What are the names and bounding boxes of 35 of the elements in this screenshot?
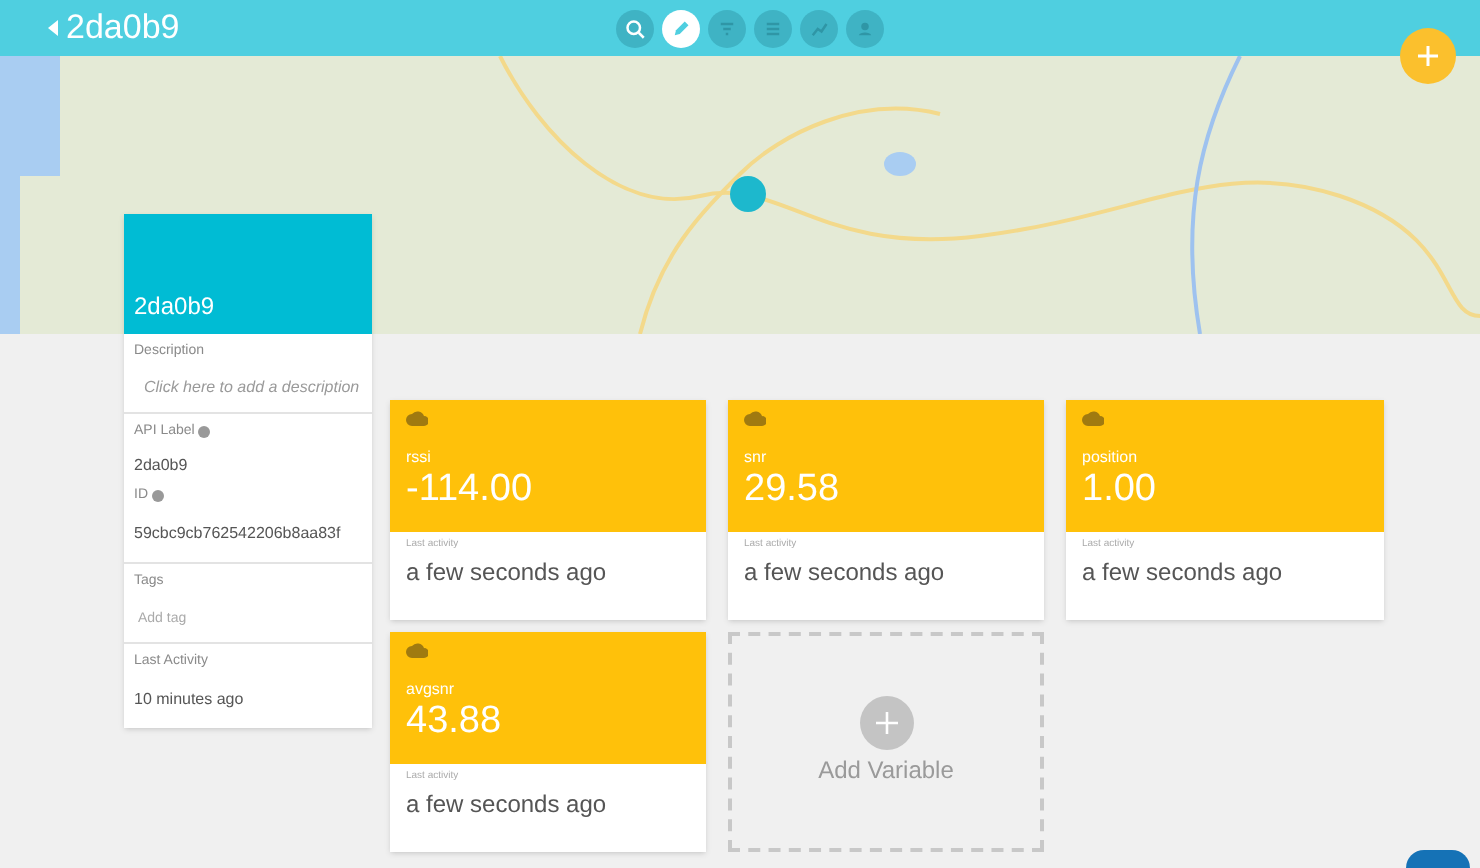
pencil-icon[interactable] bbox=[662, 10, 700, 48]
cloud-icon bbox=[1082, 410, 1104, 426]
map-marker-icon[interactable] bbox=[730, 176, 766, 212]
activity-value: a few seconds ago bbox=[406, 555, 609, 589]
field-value: 2da0b9 bbox=[134, 454, 190, 478]
field-value: 10 minutes ago bbox=[134, 688, 246, 712]
field-value: 59cbc9cb762542206b8aa83f bbox=[134, 521, 343, 545]
cloud-icon bbox=[406, 410, 428, 426]
activity-value: a few seconds ago bbox=[406, 787, 609, 821]
lake-shape bbox=[884, 152, 916, 176]
activity-value: a few seconds ago bbox=[744, 555, 947, 589]
info-icon bbox=[198, 425, 211, 438]
variable-name: rssi bbox=[406, 446, 433, 470]
activity-value: a few seconds ago bbox=[1082, 555, 1285, 589]
variable-name: avgsnr bbox=[406, 678, 457, 702]
chart-icon[interactable] bbox=[800, 10, 838, 48]
cloud-icon bbox=[744, 410, 766, 426]
filter-icon[interactable] bbox=[708, 10, 746, 48]
variable-name: snr bbox=[744, 446, 769, 470]
variable-name: position bbox=[1082, 446, 1140, 470]
variable-value: 43.88 bbox=[406, 702, 504, 742]
variable-value: 29.58 bbox=[744, 470, 842, 510]
variable-value: 1.00 bbox=[1082, 470, 1158, 510]
info-icon bbox=[152, 490, 164, 503]
plus-circle-icon bbox=[859, 696, 913, 750]
map[interactable] bbox=[0, 56, 1480, 334]
search-icon[interactable] bbox=[616, 10, 654, 48]
list-icon[interactable] bbox=[754, 10, 792, 48]
person-icon[interactable] bbox=[846, 10, 884, 48]
variable-value: -114.00 bbox=[406, 470, 535, 510]
plus-icon bbox=[1418, 46, 1438, 66]
back-arrow-icon bbox=[48, 20, 60, 36]
cloud-icon bbox=[406, 642, 428, 658]
device-name: 2da0b9 bbox=[134, 290, 215, 324]
help-fab[interactable] bbox=[1406, 850, 1470, 868]
